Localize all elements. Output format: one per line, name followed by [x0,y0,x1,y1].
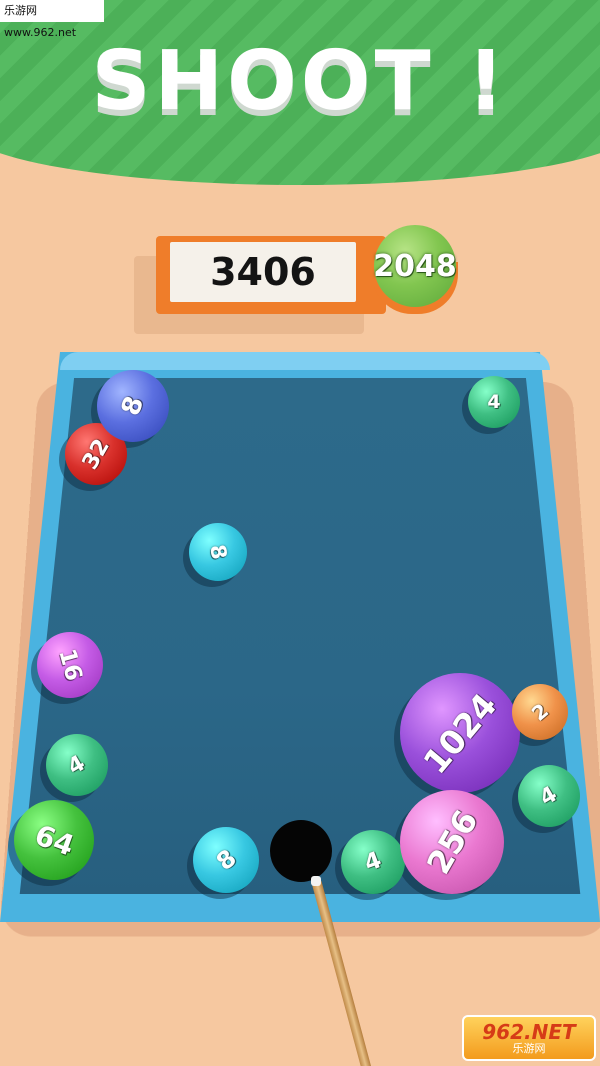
ball-number: 1024 [415,685,505,781]
game-scene[interactable]: 乐游网 www.962.net SHOOT ! 3406 2048 32 8 4 8 1… [0,0,600,1066]
ball: 4 [341,830,405,894]
ball: 4 [46,734,108,796]
goal-ball-label: 2048 [373,248,457,284]
ball: 64 [14,800,94,880]
watermark-sub-text: 乐游网 [512,1041,546,1055]
ball: 8 [193,827,259,893]
ball-number: 4 [361,847,385,877]
ball: 2 [512,684,568,740]
ball: 8 [97,370,169,442]
ball: 4 [518,765,580,827]
ball-number: 8 [115,392,151,420]
ball-number: 4 [536,781,562,811]
shoot-title: SHOOT ! [91,34,509,129]
watermark-main-text: 962.NET [482,1019,576,1044]
ball-number: 8 [210,843,242,877]
ball: 16 [37,632,103,698]
ball-number: 2 [526,698,554,726]
site-watermark-top: 乐游网 www.962.net [0,0,104,39]
pocket-hole [270,820,332,882]
ball-number: 8 [204,542,232,562]
ball-number: 256 [418,803,486,881]
ball: 256 [400,790,504,894]
ball: 1024 [400,673,520,793]
ball-number: 4 [487,391,501,413]
ball: 4 [468,376,520,428]
table-rim-highlight [60,352,550,370]
site-watermark-bottom: 962.NET 乐游网 [462,1015,596,1061]
goal-ball: 2048 [373,225,457,307]
score-value: 3406 [170,242,356,302]
ball-number: 16 [53,646,87,684]
ball-number: 4 [64,750,90,780]
ball: 8 [189,523,247,581]
ball-number: 64 [30,817,78,863]
ball-number: 32 [77,434,115,474]
cue-tip [311,876,321,886]
score-panel: 3406 [156,236,386,314]
